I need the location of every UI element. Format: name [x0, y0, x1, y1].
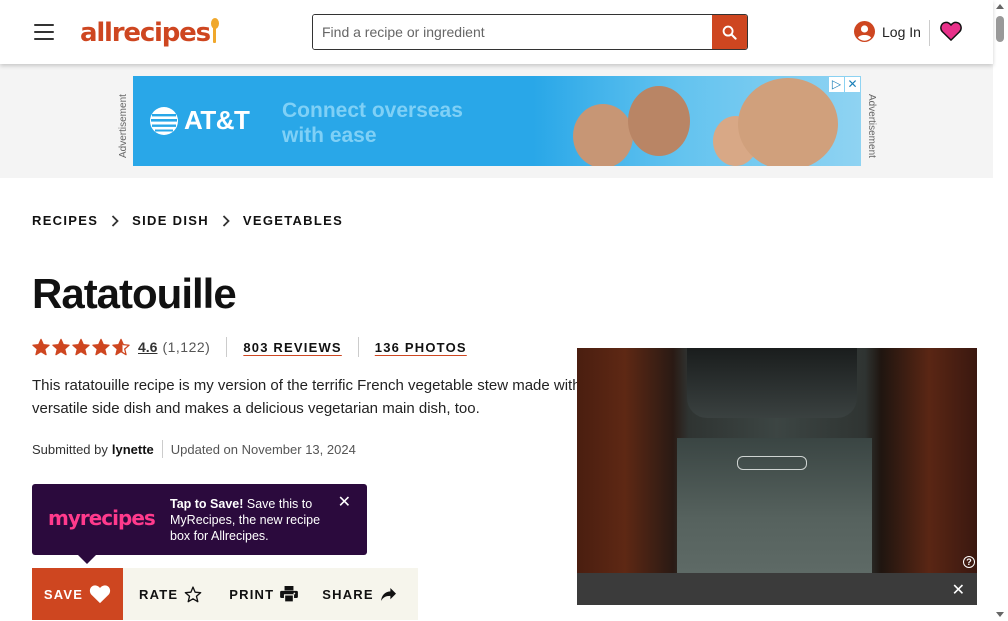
- updated-date: Updated on November 13, 2024: [170, 441, 356, 457]
- share-arrow-icon: [380, 587, 396, 601]
- star-full-icon: [52, 338, 70, 356]
- ad-label-left: Advertisement: [118, 94, 129, 158]
- ad-photo-person: [738, 78, 838, 166]
- ad-band: Advertisement AT&T Connect overseas with…: [0, 64, 993, 178]
- ad-copy-line-1: Connect overseas: [282, 99, 463, 122]
- site-header: allrecipes Log In: [0, 0, 993, 64]
- ad-copy: Connect overseas with ease: [282, 98, 463, 148]
- rating-value: 4.6: [138, 339, 158, 355]
- print-label: PRINT: [229, 586, 275, 602]
- ad-close-icon[interactable]: ✕: [845, 77, 860, 92]
- help-icon[interactable]: ?: [963, 556, 975, 568]
- star-full-icon: [32, 338, 50, 356]
- search-bar: [312, 14, 748, 50]
- printer-icon: [280, 586, 299, 602]
- search-input[interactable]: [313, 15, 713, 49]
- att-logo: AT&T: [149, 105, 250, 136]
- video-player[interactable]: ? ✕: [577, 348, 977, 605]
- heart-icon: [90, 585, 111, 604]
- rating-count: (1,122): [162, 339, 211, 355]
- print-button[interactable]: PRINT: [229, 586, 299, 602]
- ad-controls: ▷ ✕: [829, 77, 860, 92]
- rating-row: 4.6 (1,122) 803 REVIEWS 136 PHOTOS: [32, 337, 467, 357]
- breadcrumb-recipes[interactable]: RECIPES: [32, 213, 98, 228]
- ad-label-right: Advertisement: [866, 94, 877, 158]
- tooltip-text: Tap to Save! Save this to MyRecipes, the…: [170, 496, 340, 544]
- breadcrumb-side-dish[interactable]: SIDE DISH: [132, 213, 209, 228]
- search-icon: [722, 25, 737, 40]
- author-link[interactable]: lynette: [112, 442, 154, 457]
- reviews-link[interactable]: 803 REVIEWS: [243, 340, 341, 355]
- star-rating[interactable]: [32, 338, 130, 356]
- user-icon: [854, 21, 875, 42]
- byline: Submitted by lynette Updated on November…: [32, 440, 356, 458]
- ad-copy-line-2: with ease: [282, 124, 377, 147]
- saved-recipes-button[interactable]: [940, 21, 962, 46]
- att-brand-text: AT&T: [184, 105, 250, 135]
- scroll-up-arrow-icon[interactable]: [996, 4, 1004, 9]
- photos-link[interactable]: 136 PHOTOS: [375, 340, 467, 355]
- breadcrumb: RECIPES SIDE DISH VEGETABLES: [32, 213, 343, 228]
- myrecipes-tooltip: myrecipes Tap to Save! Save this to MyRe…: [32, 484, 367, 564]
- star-outline-icon: [184, 585, 202, 602]
- save-label: SAVE: [43, 586, 84, 602]
- save-button[interactable]: SAVE: [32, 568, 123, 620]
- submitted-by-label: Submitted by: [32, 441, 108, 457]
- chevron-right-icon: [222, 214, 230, 227]
- rating-divider: [226, 337, 228, 357]
- advertisement-banner[interactable]: AT&T Connect overseas with ease ▷ ✕: [133, 76, 861, 166]
- share-button[interactable]: SHARE: [322, 587, 397, 602]
- scroll-down-arrow-icon[interactable]: [996, 612, 1004, 617]
- chevron-right-icon: [111, 214, 119, 227]
- video-scene-floor: [677, 438, 872, 573]
- logo-text: allrecipes: [80, 18, 211, 48]
- login-label: Log In: [882, 23, 921, 40]
- rate-button[interactable]: RATE: [139, 585, 202, 603]
- video-scene-object: [737, 456, 807, 470]
- ad-choices-icon[interactable]: ▷: [829, 77, 844, 92]
- rate-label: RATE: [139, 586, 179, 602]
- tooltip-close-icon[interactable]: ✕: [338, 492, 351, 512]
- star-full-icon: [92, 338, 110, 356]
- video-close-icon[interactable]: ✕: [952, 580, 965, 600]
- share-label: SHARE: [322, 586, 374, 602]
- att-globe-icon: [150, 106, 178, 135]
- video-control-bar: [577, 573, 977, 605]
- video-scene-chair: [687, 348, 857, 418]
- scroll-thumb[interactable]: [996, 16, 1004, 42]
- myrecipes-logo: myrecipes: [48, 506, 156, 530]
- search-button[interactable]: [712, 15, 747, 49]
- ad-photo-person: [573, 104, 633, 166]
- heart-icon: [940, 21, 962, 42]
- byline-divider: [161, 440, 163, 458]
- allrecipes-logo[interactable]: allrecipes: [80, 15, 219, 48]
- breadcrumb-vegetables[interactable]: VEGETABLES: [243, 213, 343, 228]
- login-button[interactable]: Log In: [854, 21, 921, 42]
- header-divider: [929, 20, 930, 46]
- scrollbar[interactable]: [993, 0, 1008, 621]
- tooltip-headline: Tap to Save!: [170, 497, 244, 511]
- star-full-icon: [72, 338, 90, 356]
- rating-divider: [357, 337, 359, 357]
- menu-icon[interactable]: [34, 24, 54, 40]
- recipe-actions: SAVE RATE PRINT SHARE: [32, 568, 418, 620]
- ad-photo-person: [628, 86, 690, 156]
- recipe-title: Ratatouille: [32, 270, 237, 317]
- star-half-icon: [112, 338, 130, 356]
- video-frame: [577, 348, 977, 573]
- spoon-icon: [210, 18, 219, 44]
- recipe-description: This ratatouille recipe is my version of…: [32, 377, 581, 417]
